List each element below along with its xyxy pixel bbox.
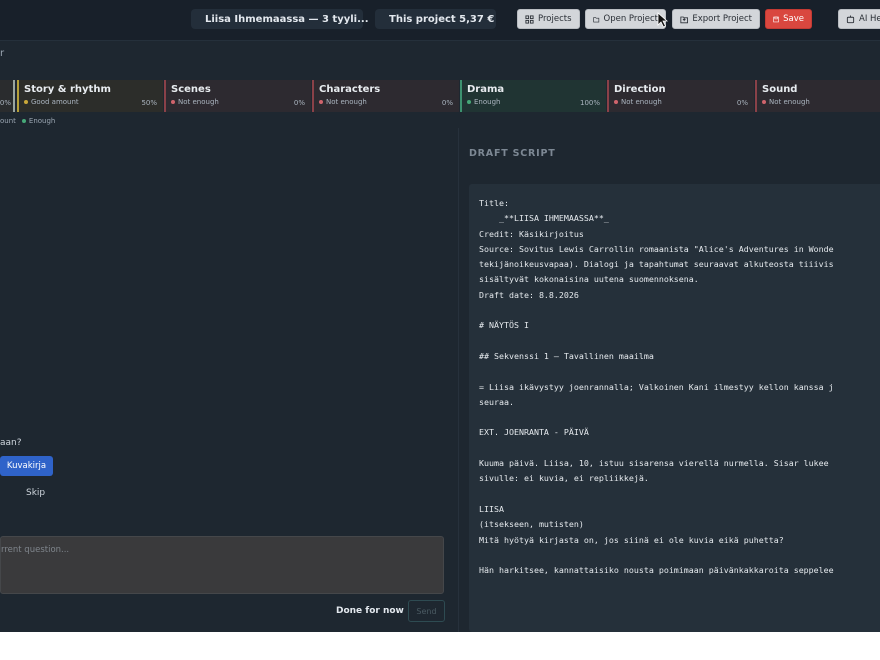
- script-line: Kuuma päivä. Liisa, 10, istuu sisarensa …: [479, 458, 829, 469]
- send-button[interactable]: Send: [408, 600, 445, 622]
- answer-option-button[interactable]: Kuvakirja: [0, 456, 53, 476]
- category-percent: 100%: [579, 99, 600, 107]
- sub-header: r: [0, 42, 880, 68]
- ai-help-button[interactable]: AI He: [838, 9, 880, 29]
- export-project-label: Export Project: [692, 14, 752, 24]
- category-name: Characters: [319, 84, 381, 95]
- draft-script-box[interactable]: Title: _**LIISA IHMEMAASSA**_ Credit: Kä…: [469, 184, 880, 632]
- script-line: Draft date: 8.8.2026: [479, 289, 579, 300]
- save-button[interactable]: Save: [765, 9, 812, 29]
- project-title: Liisa Ihmemaassa — 3 tyyli...: [205, 13, 369, 25]
- projects-label: Projects: [538, 14, 572, 24]
- category-status-text: Not enough: [621, 98, 662, 106]
- category-percent: 0%: [736, 99, 748, 107]
- category-status-text: Enough: [474, 98, 501, 106]
- legend-enough-label: Enough: [28, 117, 56, 125]
- category-card-story[interactable]: Story & rhythm Good amount 50%: [17, 80, 163, 112]
- project-title-pill[interactable]: Liisa Ihmemaassa — 3 tyyli...: [191, 9, 369, 29]
- category-name: Sound: [762, 84, 798, 95]
- script-line: Hän harkitsee, kannattaisiko nousta poim…: [479, 565, 834, 576]
- category-name: Story & rhythm: [24, 84, 111, 95]
- interview-pane: aan? Kuvakirja Skip rrent question... Do…: [0, 130, 458, 632]
- question-text: aan?: [0, 438, 22, 448]
- script-line: Title:: [479, 198, 509, 208]
- category-name: Direction: [614, 84, 666, 95]
- script-line: ## Sekvenssi 1 — Tavallinen maailma: [479, 350, 654, 361]
- category-percent: 0%: [441, 99, 453, 107]
- done-for-now-button[interactable]: Done for now: [336, 606, 404, 616]
- status-dot: [614, 100, 618, 104]
- script-line: sivulle: ei kuvia, ei repliikkejä.: [479, 473, 649, 484]
- category-percent: 50%: [141, 99, 157, 107]
- project-cost-pill: This project 5,37 €: [375, 9, 496, 29]
- status-dot: [171, 100, 175, 104]
- status-dot: [24, 100, 28, 104]
- draft-script-text: Title: _**LIISA IHMEMAASSA**_ Credit: Kä…: [469, 184, 880, 590]
- export-project-button[interactable]: Export Project: [672, 9, 760, 29]
- legend-dot: [21, 119, 26, 123]
- legend-item-amount: ount: [0, 117, 16, 125]
- category-strip: 0% Story & rhythm Good amount 50% Scenes…: [0, 80, 880, 112]
- category-status-text: Good amount: [31, 98, 79, 106]
- answer-input[interactable]: rrent question...: [0, 536, 444, 594]
- category-status: Not enough: [319, 98, 453, 106]
- script-line: tekijänoikeusvapaa). Dialogi ja tapahtum…: [479, 259, 834, 270]
- category-card[interactable]: 0%: [0, 80, 15, 112]
- ai-help-label: AI He: [859, 14, 880, 24]
- top-bar: Liisa Ihmemaassa — 3 tyyli... This proje…: [0, 0, 880, 41]
- status-dot: [319, 100, 323, 104]
- category-status: Not enough: [171, 98, 305, 106]
- legend-item-enough: Enough: [21, 117, 56, 125]
- category-status: Not enough: [762, 98, 879, 106]
- export-icon: [680, 16, 688, 23]
- status-legend: ount Enough: [0, 117, 55, 125]
- app-window: Liisa Ihmemaassa — 3 tyyli... This proje…: [0, 0, 880, 632]
- projects-button[interactable]: Projects: [517, 9, 580, 29]
- script-line: # NÄYTÖS I: [479, 320, 529, 331]
- draft-pane: DRAFT SCRIPT Title: _**LIISA IHMEMAASSA*…: [459, 128, 880, 632]
- save-label: Save: [783, 14, 804, 24]
- folder-open-icon: [593, 16, 600, 22]
- script-line: Credit: Käsikirjoitus: [479, 228, 584, 239]
- category-card-direction[interactable]: Direction Not enough 0%: [607, 80, 754, 112]
- answer-placeholder: rrent question...: [1, 545, 70, 555]
- skip-button[interactable]: Skip: [26, 488, 45, 498]
- script-line: sisältyvät kokonaisina uutena suomennoks…: [479, 274, 699, 285]
- category-status-text: Not enough: [326, 98, 367, 106]
- category-status: Good amount: [24, 98, 157, 106]
- save-icon: [773, 16, 779, 22]
- script-line: _**LIISA IHMEMAASSA**_: [479, 213, 609, 224]
- script-line: LIISA: [479, 503, 504, 514]
- category-card-sound[interactable]: Sound Not enough: [755, 80, 880, 112]
- script-line: EXT. JOENRANTA - PÄIVÄ: [479, 427, 589, 438]
- category-status-text: Not enough: [178, 98, 219, 106]
- category-percent: 0%: [0, 99, 11, 107]
- draft-script-heading: DRAFT SCRIPT: [469, 148, 556, 159]
- status-dot: [467, 100, 471, 104]
- script-line: (itsekseen, mutisten): [479, 519, 584, 530]
- category-card-scenes[interactable]: Scenes Not enough 0%: [164, 80, 311, 112]
- category-card-drama[interactable]: Drama Enough 100%: [460, 80, 606, 112]
- category-card-characters[interactable]: Characters Not enough 0%: [312, 80, 459, 112]
- script-line: seuraa.: [479, 396, 514, 407]
- script-line: Mitä hyötyä kirjasta on, jos siinä ei ol…: [479, 534, 784, 545]
- status-dot: [762, 100, 766, 104]
- mouse-cursor-icon: [657, 12, 669, 28]
- script-line: Source: Sovitus Lewis Carrollin romaanis…: [479, 243, 834, 254]
- ai-icon: [846, 14, 855, 23]
- category-name: Drama: [467, 84, 505, 95]
- category-status: Not enough: [614, 98, 748, 106]
- category-status-text: Not enough: [769, 98, 810, 106]
- project-cost: This project 5,37 €: [389, 13, 495, 25]
- category-percent: 0%: [293, 99, 305, 107]
- script-line: = Liisa ikävystyy joenrannalla; Valkoine…: [479, 381, 834, 392]
- category-name: Scenes: [171, 84, 211, 95]
- open-project-button[interactable]: Open Project: [585, 9, 666, 29]
- grid-icon: [525, 14, 534, 24]
- sub-header-mark: r: [0, 48, 5, 59]
- open-project-label: Open Project: [603, 14, 659, 24]
